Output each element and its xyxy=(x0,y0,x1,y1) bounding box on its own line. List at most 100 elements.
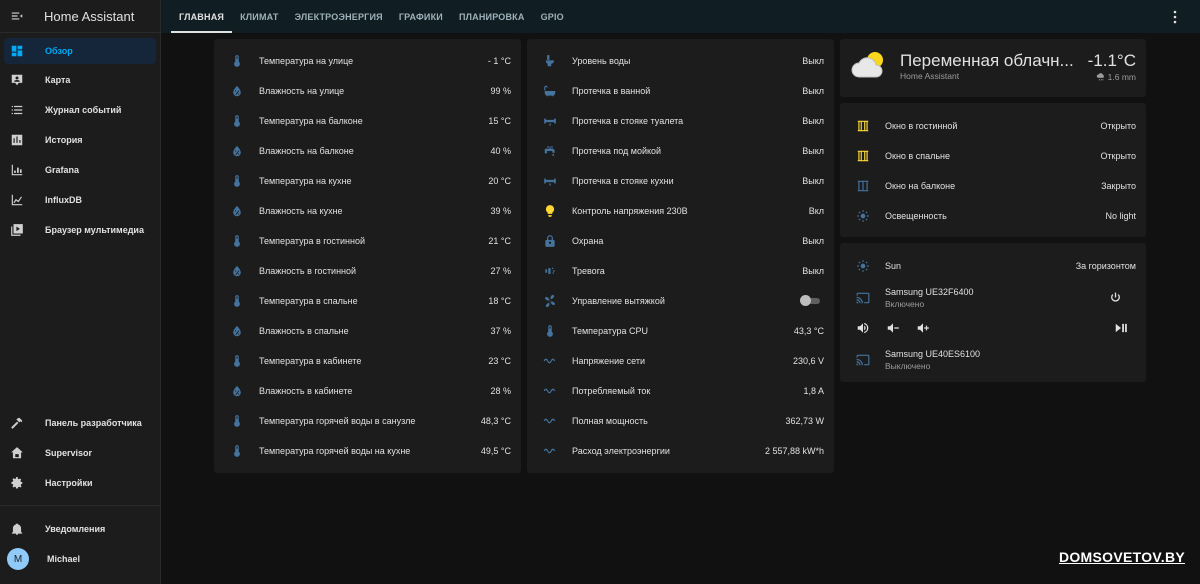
entity-row[interactable]: Влажность в гостинной 27 % xyxy=(214,256,521,286)
entity-name: Температура CPU xyxy=(572,326,649,336)
entity-value: 49,5 °C xyxy=(480,446,511,456)
tab-graphs[interactable]: ГРАФИКИ xyxy=(391,0,451,33)
entity-value: Выкл xyxy=(802,176,824,186)
entity-row[interactable]: Уровень воды Выкл xyxy=(527,46,834,76)
entity-row[interactable]: Окно в спальне Открыто xyxy=(840,141,1146,171)
sidebar-divider xyxy=(0,505,160,506)
sensors-card: Температура на улице - 1 °C Влажность на у… xyxy=(214,39,521,473)
play-pause-icon[interactable] xyxy=(1114,321,1128,335)
sidebar-item-overview[interactable]: Обзор xyxy=(4,38,156,64)
entity-name: Контроль напряжения 230В xyxy=(572,206,688,216)
entity-row[interactable]: Расход электроэнергии 2 557,88 kW*h xyxy=(527,436,834,466)
entity-row[interactable]: Тревога Выкл xyxy=(527,256,834,286)
sidebar-item-notifications[interactable]: Уведомления xyxy=(4,516,156,542)
tv1-name: Samsung UE32F6400 xyxy=(885,287,974,297)
sidebar-item-history[interactable]: История xyxy=(4,127,156,153)
sine-wave-icon xyxy=(543,384,557,398)
thermometer-icon xyxy=(230,114,244,128)
entity-name: Протечка под мойкой xyxy=(572,146,662,156)
volume-high-icon[interactable] xyxy=(856,321,870,335)
thermometer-icon xyxy=(230,234,244,248)
sidebar-item-label: Журнал событий xyxy=(45,105,122,115)
toggle-switch[interactable] xyxy=(800,295,822,306)
sidebar-item-label: InfluxDB xyxy=(45,195,82,205)
entity-row[interactable]: Протечка в ванной Выкл xyxy=(527,76,834,106)
entity-row[interactable]: Влажность в кабинете 28 % xyxy=(214,376,521,406)
entity-value: Выкл xyxy=(802,116,824,126)
entity-row[interactable]: Влажность на балконе 40 % xyxy=(214,136,521,166)
entity-row[interactable]: Влажность на кухне 39 % xyxy=(214,196,521,226)
entity-value: 21 °C xyxy=(488,236,511,246)
entity-row[interactable]: Температура на улице - 1 °C xyxy=(214,46,521,76)
sidebar-item-media-browser[interactable]: Браузер мультимедиа xyxy=(4,217,156,243)
entity-row[interactable]: Температура на кухне 20 °C xyxy=(214,166,521,196)
tab-climate[interactable]: КЛИМАТ xyxy=(232,0,287,33)
entity-row[interactable]: Температура в кабинете 23 °C xyxy=(214,346,521,376)
tv1-row[interactable]: Samsung UE32F6400 Включено xyxy=(840,283,1146,313)
tv2-row[interactable]: Samsung UE40ES6100 Выключено xyxy=(840,345,1146,375)
entity-row[interactable]: Потребляемый ток 1,8 A xyxy=(527,376,834,406)
entity-row[interactable]: Полная мощность 362,73 W xyxy=(527,406,834,436)
entity-row[interactable]: Температура в спальне 18 °C xyxy=(214,286,521,316)
more-options-icon[interactable] xyxy=(1170,10,1180,24)
bell-icon xyxy=(11,523,23,535)
logbook-icon xyxy=(11,105,23,115)
entity-value: Выкл xyxy=(802,236,824,246)
entity-value: Выкл xyxy=(802,56,824,66)
entity-row[interactable]: Температура CPU 43,3 °C xyxy=(527,316,834,346)
sidebar-item-settings[interactable]: Настройки xyxy=(4,470,156,496)
entity-row[interactable]: Протечка под мойкой Выкл xyxy=(527,136,834,166)
weather-night-icon xyxy=(856,259,870,273)
entity-row[interactable]: Протечка в стояке кухни Выкл xyxy=(527,166,834,196)
tab-main[interactable]: ГЛАВНАЯ xyxy=(171,0,233,33)
tab-gpio[interactable]: GPIO xyxy=(533,0,572,33)
entity-row[interactable]: Охрана Выкл xyxy=(527,226,834,256)
water-percent-icon xyxy=(230,384,244,398)
menu-collapse-icon[interactable] xyxy=(10,9,24,23)
entity-value: 230,6 V xyxy=(792,356,824,366)
entity-value: 1,8 A xyxy=(803,386,824,396)
entity-row[interactable]: Напряжение сети 230,6 V xyxy=(527,346,834,376)
app-title: Home Assistant xyxy=(44,8,135,24)
toilet-icon xyxy=(543,54,557,68)
partly-cloudy-icon xyxy=(851,52,883,78)
tab-electricity[interactable]: ЭЛЕКТРОЭНЕРГИЯ xyxy=(287,0,391,33)
power-icon[interactable] xyxy=(1109,291,1122,304)
sidebar-item-influxdb[interactable]: InfluxDB xyxy=(4,187,156,213)
entity-row[interactable]: Температура в гостинной 21 °C xyxy=(214,226,521,256)
sidebar-item-supervisor[interactable]: Supervisor xyxy=(4,440,156,466)
entity-row[interactable]: Окно в гостинной Открыто xyxy=(840,111,1146,141)
sun-row[interactable]: Sun За горизонтом xyxy=(840,251,1146,281)
weather-card[interactable]: Переменная облачн... Home Assistant -1.1… xyxy=(840,39,1146,97)
sidebar-item-label: Браузер мультимедиа xyxy=(45,225,144,235)
sidebar-item-grafana[interactable]: Grafana xyxy=(4,157,156,183)
entity-row[interactable]: Влажность в спальне 37 % xyxy=(214,316,521,346)
entity-row[interactable]: Температура на балконе 15 °C xyxy=(214,106,521,136)
leaks-power-card: Уровень воды Выкл Протечка в ванной Выкл Про… xyxy=(527,39,834,473)
tv1-controls xyxy=(840,313,1146,343)
tv1-state: Включено xyxy=(885,299,925,309)
entity-row[interactable]: Протечка в стояке туалета Выкл xyxy=(527,106,834,136)
sidebar-item-map[interactable]: Карта xyxy=(4,67,156,93)
entity-row[interactable]: Контроль напряжения 230В Вкл xyxy=(527,196,834,226)
sidebar-item-label: Уведомления xyxy=(45,524,106,534)
entity-row[interactable]: Управление вытяжкой xyxy=(527,286,834,316)
sidebar-item-developer-tools[interactable]: Панель разработчика xyxy=(4,410,156,436)
sidebar-item-label: Обзор xyxy=(45,46,73,56)
volume-minus-icon[interactable] xyxy=(886,321,900,335)
entity-row[interactable]: Влажность на улице 99 % xyxy=(214,76,521,106)
tab-floorplan[interactable]: ПЛАНИРОВКА xyxy=(451,0,533,33)
entity-row[interactable]: Окно на балконе Закрыто xyxy=(840,171,1146,201)
cast-icon xyxy=(856,353,870,367)
entity-name: Влажность в спальне xyxy=(259,326,349,336)
volume-plus-icon[interactable] xyxy=(916,321,930,335)
sidebar-item-logbook[interactable]: Журнал событий xyxy=(4,97,156,123)
entity-name: Температура в спальне xyxy=(259,296,358,306)
entity-row[interactable]: Температура горячей воды на кухне 49,5 °C xyxy=(214,436,521,466)
entity-row[interactable]: Освещенность No light xyxy=(840,201,1146,231)
entity-name: Охрана xyxy=(572,236,604,246)
window-open-icon xyxy=(856,119,870,133)
sidebar-item-profile[interactable]: M Michael xyxy=(4,546,156,572)
entity-row[interactable]: Температура горячей воды в санузле 48,3 °… xyxy=(214,406,521,436)
entity-name: Температура на кухне xyxy=(259,176,352,186)
